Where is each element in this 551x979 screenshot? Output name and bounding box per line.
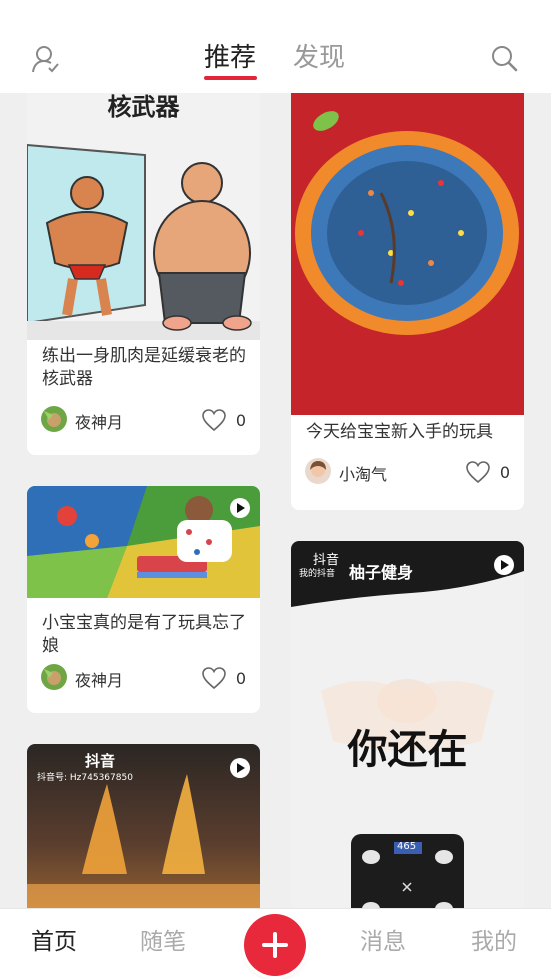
post-card[interactable]: 抖音 我的抖音 柚子健身 你还在 465 (291, 541, 524, 908)
post-video-fitness: 抖音 我的抖音 柚子健身 你还在 465 (291, 541, 524, 908)
toy-bowl-photo (291, 93, 524, 415)
muscle-vs-fat-illustration (27, 93, 260, 340)
fitness-banner: 柚子健身 (349, 563, 414, 582)
like-button[interactable]: 0 (201, 406, 246, 434)
add-post-button[interactable] (244, 914, 306, 976)
post-card[interactable]: 小宝宝真的是有了玩具忘了娘 夜神月 0 (27, 486, 260, 713)
douyin-watermark: 抖音 (85, 752, 116, 770)
author-avatar[interactable] (305, 458, 331, 484)
post-card[interactable]: 抖音 抖音号: Hz745367850 (27, 744, 260, 908)
like-count: 0 (235, 668, 246, 688)
like-count: 0 (499, 462, 510, 482)
video-play-icon (494, 555, 514, 575)
top-bar: 推荐 发现 (0, 0, 551, 93)
post-caption: 今天给宝宝新入手的玩具 (306, 422, 493, 442)
post-meta: 小淘气 0 (305, 458, 510, 486)
bottom-navigation: 首页 随笔 消息 我的 (0, 908, 551, 979)
post-card[interactable]: 今天给宝宝新入手的玩具 小淘气 0 (291, 93, 524, 510)
author-avatar[interactable] (41, 664, 67, 690)
post-meta: 夜神月 0 (41, 664, 246, 692)
post-caption: 小宝宝真的是有了玩具忘了娘 (42, 613, 246, 656)
like-count: 0 (235, 410, 246, 430)
author-name[interactable]: 夜神月 (75, 667, 123, 691)
fire-video-thumbnail (27, 744, 260, 908)
nav-home[interactable]: 首页 (31, 926, 77, 958)
nav-notes[interactable]: 随笔 (140, 926, 186, 958)
post-video-baby-toys (27, 486, 260, 598)
post-video-fire: 抖音 抖音号: Hz745367850 (27, 744, 260, 908)
heart-icon (202, 409, 226, 432)
author-name[interactable]: 夜神月 (75, 409, 123, 433)
post-image-toy-bowl (291, 93, 524, 415)
video-play-icon (230, 498, 250, 518)
heart-icon (202, 667, 226, 690)
post-card[interactable]: 核武器 练出一身肌肉是延缓衰老的核武器 夜神月 0 (27, 93, 260, 455)
tab-discover[interactable]: 发现 (293, 38, 345, 78)
baby-playing-thumbnail (27, 486, 260, 598)
nav-messages[interactable]: 消息 (360, 926, 406, 958)
tab-recommend[interactable]: 推荐 (204, 38, 256, 78)
image-headline: 核武器 (107, 93, 180, 121)
content-feed[interactable]: 核武器 练出一身肌肉是延缓衰老的核武器 夜神月 0 小宝宝真的是有了玩具忘了娘 … (0, 93, 551, 908)
douyin-id: 抖音号: Hz745367850 (37, 773, 133, 783)
post-image-muscle-cartoon: 核武器 (27, 93, 260, 340)
nav-mine[interactable]: 我的 (471, 926, 517, 958)
video-play-icon (230, 758, 250, 778)
user-profile-icon[interactable] (30, 44, 60, 74)
author-name[interactable]: 小淘气 (339, 461, 387, 485)
like-button[interactable]: 0 (201, 664, 246, 692)
like-button[interactable]: 0 (465, 458, 510, 486)
post-meta: 夜神月 0 (41, 406, 246, 434)
douyin-subtitle: 我的抖音 (299, 569, 336, 579)
search-icon[interactable] (490, 44, 520, 74)
active-tab-indicator (204, 76, 257, 80)
video-overlay-text: 你还在 (347, 727, 468, 773)
post-caption: 练出一身肌肉是延缓衰老的核武器 (42, 346, 246, 389)
scale-reading: 465 (397, 841, 417, 852)
heart-icon (466, 461, 490, 484)
author-avatar[interactable] (41, 406, 67, 432)
